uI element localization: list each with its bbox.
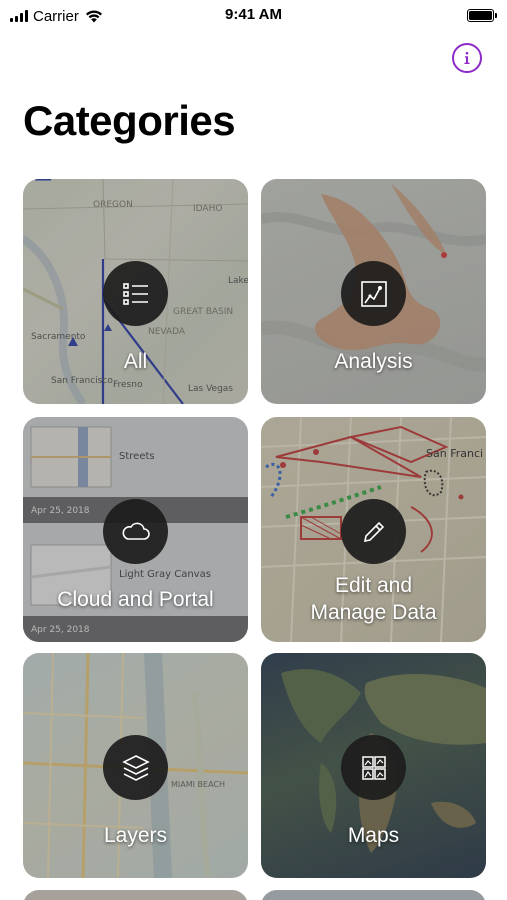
category-label: Cloud and Portal — [57, 588, 214, 611]
category-label: Maps — [347, 824, 400, 847]
category-card-layers[interactable]: MIAMI BEACH Layers — [23, 653, 248, 878]
card-overlay — [23, 890, 248, 900]
icon-badge — [103, 735, 168, 800]
icon-badge — [103, 261, 168, 326]
info-icon — [464, 51, 470, 64]
category-label: All — [123, 350, 148, 373]
layers-icon — [121, 754, 150, 781]
icon-badge — [341, 499, 406, 564]
card-overlay — [261, 890, 486, 900]
category-card-partial[interactable] — [23, 890, 248, 900]
category-card-all[interactable]: OREGON IDAHO GREAT BASIN NEVADA Sacramen… — [23, 179, 248, 404]
cloud-icon — [122, 522, 150, 540]
category-card-analysis[interactable]: Analysis — [261, 179, 486, 404]
category-label: Analysis — [334, 350, 413, 373]
category-label-line-2: Manage Data — [310, 601, 437, 624]
maps-icon — [361, 755, 386, 780]
app-screen: Carrier 9:41 AM Categories OREGON IDAHO … — [0, 0, 507, 900]
category-label: Layers — [103, 824, 168, 847]
pencil-icon — [363, 521, 384, 542]
analysis-icon — [360, 280, 387, 307]
category-card-maps[interactable]: Maps — [261, 653, 486, 878]
category-card-partial[interactable] — [261, 890, 486, 900]
info-button[interactable] — [452, 43, 482, 73]
category-card-cloud-and-portal[interactable]: Streets Apr 25, 2018 Light Gray Canvas A… — [23, 417, 248, 642]
status-bar: Carrier 9:41 AM — [0, 0, 507, 32]
icon-badge — [341, 261, 406, 326]
battery-icon — [467, 9, 497, 22]
icon-badge — [103, 499, 168, 564]
page-title: Categories — [23, 97, 236, 144]
list-icon — [122, 282, 148, 305]
category-label-line-1: Edit and — [334, 574, 413, 597]
icon-badge — [341, 735, 406, 800]
status-time: 9:41 AM — [225, 6, 282, 23]
category-card-edit-and-manage-data[interactable]: San Franci Edit and Manage Data — [261, 417, 486, 642]
